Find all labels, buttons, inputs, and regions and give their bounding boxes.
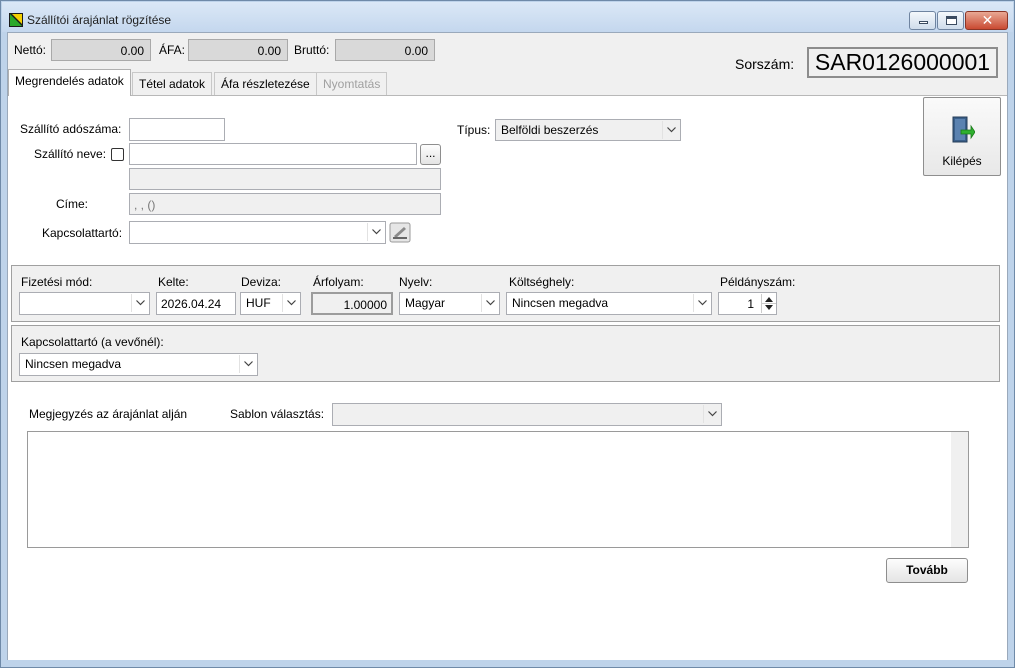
contact-card-icon[interactable] xyxy=(389,222,411,243)
template-label: Sablon választás: xyxy=(230,407,325,421)
currency-select[interactable]: HUF xyxy=(240,292,301,315)
net-value: 0.00 xyxy=(51,39,151,61)
gross-value: 0.00 xyxy=(335,39,435,61)
close-button[interactable]: ✕ xyxy=(965,11,1008,30)
gross-label: Bruttó: xyxy=(294,43,330,57)
title-bar[interactable]: Szállítói árajánlat rögzítése ✕ xyxy=(2,2,1013,32)
template-select[interactable] xyxy=(332,403,722,426)
contact-label: Kapcsolattartó: xyxy=(42,226,123,240)
minimize-button[interactable] xyxy=(909,11,936,30)
rate-value: 1.00000 xyxy=(311,292,393,315)
app-icon xyxy=(9,13,23,27)
exit-button[interactable]: Kilépés xyxy=(923,97,1001,176)
dropdown-arrow-icon[interactable] xyxy=(481,294,498,312)
cost-center-value: Nincsen megadva xyxy=(512,296,609,310)
tab-print[interactable]: Nyomtatás xyxy=(316,72,388,95)
language-select[interactable]: Magyar xyxy=(399,292,500,315)
maximize-icon xyxy=(946,16,957,25)
payment-method-label: Fizetési mód: xyxy=(21,275,93,289)
cost-center-select[interactable]: Nincsen megadva xyxy=(506,292,712,315)
tab-vat-details[interactable]: Áfa részletezése xyxy=(214,72,317,95)
language-label: Nyelv: xyxy=(399,275,433,289)
tab-order-data[interactable]: Megrendelés adatok xyxy=(8,69,131,96)
address-label: Címe: xyxy=(56,197,89,211)
supplier-tax-label: Szállító adószáma: xyxy=(20,122,122,136)
buyer-contact-label: Kapcsolattartó (a vevőnél): xyxy=(21,335,164,349)
type-select-value: Belföldi beszerzés xyxy=(501,123,599,137)
vat-value: 0.00 xyxy=(188,39,288,61)
address-value: , , () xyxy=(129,193,441,215)
supplier-tax-input[interactable] xyxy=(129,118,225,141)
payment-method-select[interactable] xyxy=(19,292,150,315)
language-value: Magyar xyxy=(405,296,446,310)
type-select[interactable]: Belföldi beszerzés xyxy=(495,119,681,141)
tab-item-data[interactable]: Tétel adatok xyxy=(132,72,213,95)
rate-label: Árfolyam: xyxy=(313,275,364,289)
window-client-area: Nettó: 0.00 ÁFA: 0.00 Bruttó: 0.00 Sorsz… xyxy=(7,32,1008,660)
dropdown-arrow-icon[interactable] xyxy=(703,405,720,423)
buyer-contact-group: Kapcsolattartó (a vevőnél): Nincsen mega… xyxy=(11,325,1000,382)
contact-select[interactable] xyxy=(129,221,386,244)
serial-number-display: SAR0126000001 xyxy=(807,47,998,78)
application-window: Szállítói árajánlat rögzítése ✕ Nettó: 0… xyxy=(0,0,1015,668)
minimize-icon xyxy=(919,21,928,24)
dropdown-arrow-icon[interactable] xyxy=(693,294,710,312)
exit-door-icon xyxy=(951,116,976,147)
buyer-contact-select[interactable]: Nincsen megadva xyxy=(19,353,258,376)
order-data-panel: Szállító adószáma: Szállító neve: ... Cí… xyxy=(8,95,1007,660)
dropdown-arrow-icon[interactable] xyxy=(367,223,384,241)
maximize-button[interactable] xyxy=(937,11,964,30)
cost-center-label: Költséghely: xyxy=(509,275,575,289)
note-textarea[interactable] xyxy=(27,431,969,548)
buyer-contact-value: Nincsen megadva xyxy=(25,357,122,371)
type-label: Típus: xyxy=(457,123,491,137)
copies-label: Példányszám: xyxy=(720,275,796,289)
exit-button-label: Kilépés xyxy=(942,154,982,168)
currency-value: HUF xyxy=(246,296,271,310)
next-button[interactable]: Tovább xyxy=(886,558,968,583)
dropdown-arrow-icon[interactable] xyxy=(282,294,299,312)
dropdown-arrow-icon[interactable] xyxy=(662,121,679,139)
close-icon: ✕ xyxy=(981,12,994,28)
dropdown-arrow-icon[interactable] xyxy=(239,355,256,373)
dropdown-arrow-icon[interactable] xyxy=(131,294,148,312)
supplier-name-extra xyxy=(129,168,441,190)
note-label: Megjegyzés az árajánlat alján xyxy=(29,407,188,421)
window-title: Szállítói árajánlat rögzítése xyxy=(27,13,172,27)
supplier-browse-button[interactable]: ... xyxy=(420,144,441,165)
note-scrollbar[interactable] xyxy=(951,432,968,547)
net-label: Nettó: xyxy=(14,43,47,57)
supplier-name-label: Szállító neve: xyxy=(34,147,107,161)
currency-label: Deviza: xyxy=(241,275,282,289)
date-input[interactable] xyxy=(156,292,236,315)
serial-label: Sorszám: xyxy=(735,56,795,72)
vat-label: ÁFA: xyxy=(159,43,186,57)
date-label: Kelte: xyxy=(158,275,189,289)
supplier-name-input[interactable] xyxy=(129,143,417,165)
supplier-name-checkbox[interactable] xyxy=(111,148,124,161)
copies-spinner[interactable] xyxy=(761,294,776,313)
payment-group: Fizetési mód: Kelte: Deviza: HUF Árfolya… xyxy=(11,265,1000,322)
